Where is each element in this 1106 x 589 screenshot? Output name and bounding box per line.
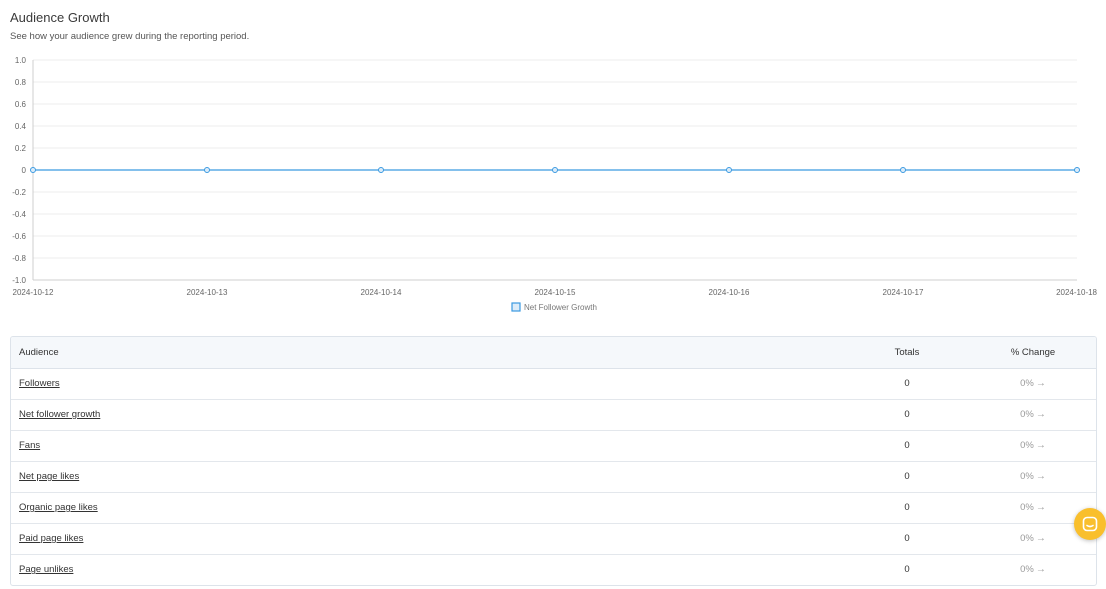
legend-label: Net Follower Growth — [524, 303, 597, 312]
row-change: 0% → — [970, 554, 1096, 585]
legend-swatch — [511, 302, 521, 312]
audience-table: Audience Totals % Change Followers 0 0% →… — [11, 337, 1096, 585]
x-tick-label: 2024-10-17 — [883, 288, 924, 297]
row-change: 0% → — [970, 399, 1096, 431]
chat-launcher-button[interactable] — [1074, 508, 1106, 540]
x-tick-label: 2024-10-13 — [187, 288, 228, 297]
x-tick-label: 2024-10-18 — [1056, 288, 1097, 297]
row-total: 0 — [844, 368, 970, 400]
y-tick-label: -0.6 — [12, 232, 26, 241]
audience-growth-chart: 1.0 0.8 0.6 0.4 0.2 0 -0.2 -0.4 -0.6 -0.8 -1.0 2024… — [0, 50, 1106, 320]
table-header-row: Audience Totals % Change — [11, 337, 1096, 369]
y-tick-label: 0 — [22, 166, 27, 175]
section-subtitle: See how your audience grew during the re… — [10, 31, 250, 42]
row-total: 0 — [904, 564, 910, 576]
row-total: 0 — [844, 523, 970, 555]
table-row: Paid page likes 0 0% → — [11, 523, 1096, 555]
section-title: Audience Growth — [10, 10, 110, 25]
metric-link-fans[interactable]: Fans — [19, 440, 40, 451]
table-row: Net page likes 0 0% → — [11, 461, 1096, 493]
metric-link-paid-page-likes[interactable]: Paid page likes — [19, 533, 83, 544]
data-point — [1074, 167, 1080, 173]
row-total: 0 — [844, 430, 970, 462]
x-tick-label: 2024-10-15 — [535, 288, 576, 297]
metric-link-page-unlikes[interactable]: Page unlikes — [19, 564, 73, 575]
change-value: 0% — [1020, 564, 1034, 576]
row-total: 0 — [844, 461, 970, 493]
y-tick-label: -1.0 — [12, 276, 26, 285]
y-tick-label: -0.4 — [12, 210, 26, 219]
change-value: 0% — [1020, 378, 1034, 389]
y-tick-label: 0.2 — [15, 144, 27, 153]
data-point — [900, 167, 906, 173]
arrow-right-icon: → — [1035, 409, 1046, 420]
change-value: 0% — [1020, 533, 1034, 544]
y-tick-label: 0.8 — [15, 78, 27, 87]
audience-table-container: Audience Totals % Change Followers 0 0% →… — [10, 336, 1097, 586]
arrow-right-icon: → — [1035, 440, 1046, 451]
row-change: 0% → — [970, 430, 1096, 462]
row-change: 0% → — [970, 461, 1096, 493]
y-tick-label: 1.0 — [15, 56, 27, 65]
y-tick-label: 0.6 — [15, 100, 27, 109]
data-point — [204, 167, 210, 173]
metric-link-followers[interactable]: Followers — [19, 378, 60, 389]
change-value: 0% — [1020, 409, 1034, 420]
x-tick-label: 2024-10-12 — [13, 288, 54, 297]
arrow-right-icon: → — [1035, 502, 1046, 513]
audience-growth-page: Audience Growth See how your audience gr… — [0, 0, 1106, 589]
chat-bubble-icon — [1082, 516, 1098, 532]
y-tick-label: 0.4 — [15, 122, 27, 131]
chart-svg: 1.0 0.8 0.6 0.4 0.2 0 -0.2 -0.4 -0.6 -0.8 -1.0 2024… — [12, 56, 1097, 312]
section-header: Audience Growth See how your audience gr… — [10, 9, 249, 43]
change-value: 0% — [1020, 471, 1034, 482]
arrow-right-icon: → — [1035, 471, 1046, 482]
table-row: Followers 0 0% → — [11, 368, 1096, 400]
row-change: 0% → — [970, 368, 1096, 400]
x-tick-label: 2024-10-14 — [361, 288, 402, 297]
row-total: 0 — [844, 399, 970, 431]
row-total: 0 — [844, 492, 970, 524]
arrow-right-icon: → — [1035, 533, 1046, 544]
data-point — [378, 167, 384, 173]
metric-link-net-page-likes[interactable]: Net page likes — [19, 471, 79, 482]
table-row: Fans 0 0% → — [11, 430, 1096, 462]
table-row: Net follower growth 0 0% → — [11, 399, 1096, 431]
metric-link-net-follower-growth[interactable]: Net follower growth — [19, 409, 100, 420]
metric-link-organic-page-likes[interactable]: Organic page likes — [19, 502, 98, 513]
y-tick-label: -0.2 — [12, 188, 26, 197]
data-point — [726, 167, 732, 173]
data-point — [552, 167, 558, 173]
data-point — [30, 167, 36, 173]
header-change: % Change — [970, 337, 1096, 369]
arrow-right-icon: → — [1035, 564, 1046, 576]
header-audience: Audience — [11, 337, 844, 369]
arrow-right-icon: → — [1035, 378, 1046, 389]
change-value: 0% — [1020, 440, 1034, 451]
table-row: Organic page likes 0 0% → — [11, 492, 1096, 524]
table-row: Page unlikes 0 0% → — [11, 554, 1096, 585]
change-value: 0% — [1020, 502, 1034, 513]
header-totals: Totals — [844, 337, 970, 369]
x-tick-label: 2024-10-16 — [709, 288, 750, 297]
y-tick-label: -0.8 — [12, 254, 26, 263]
